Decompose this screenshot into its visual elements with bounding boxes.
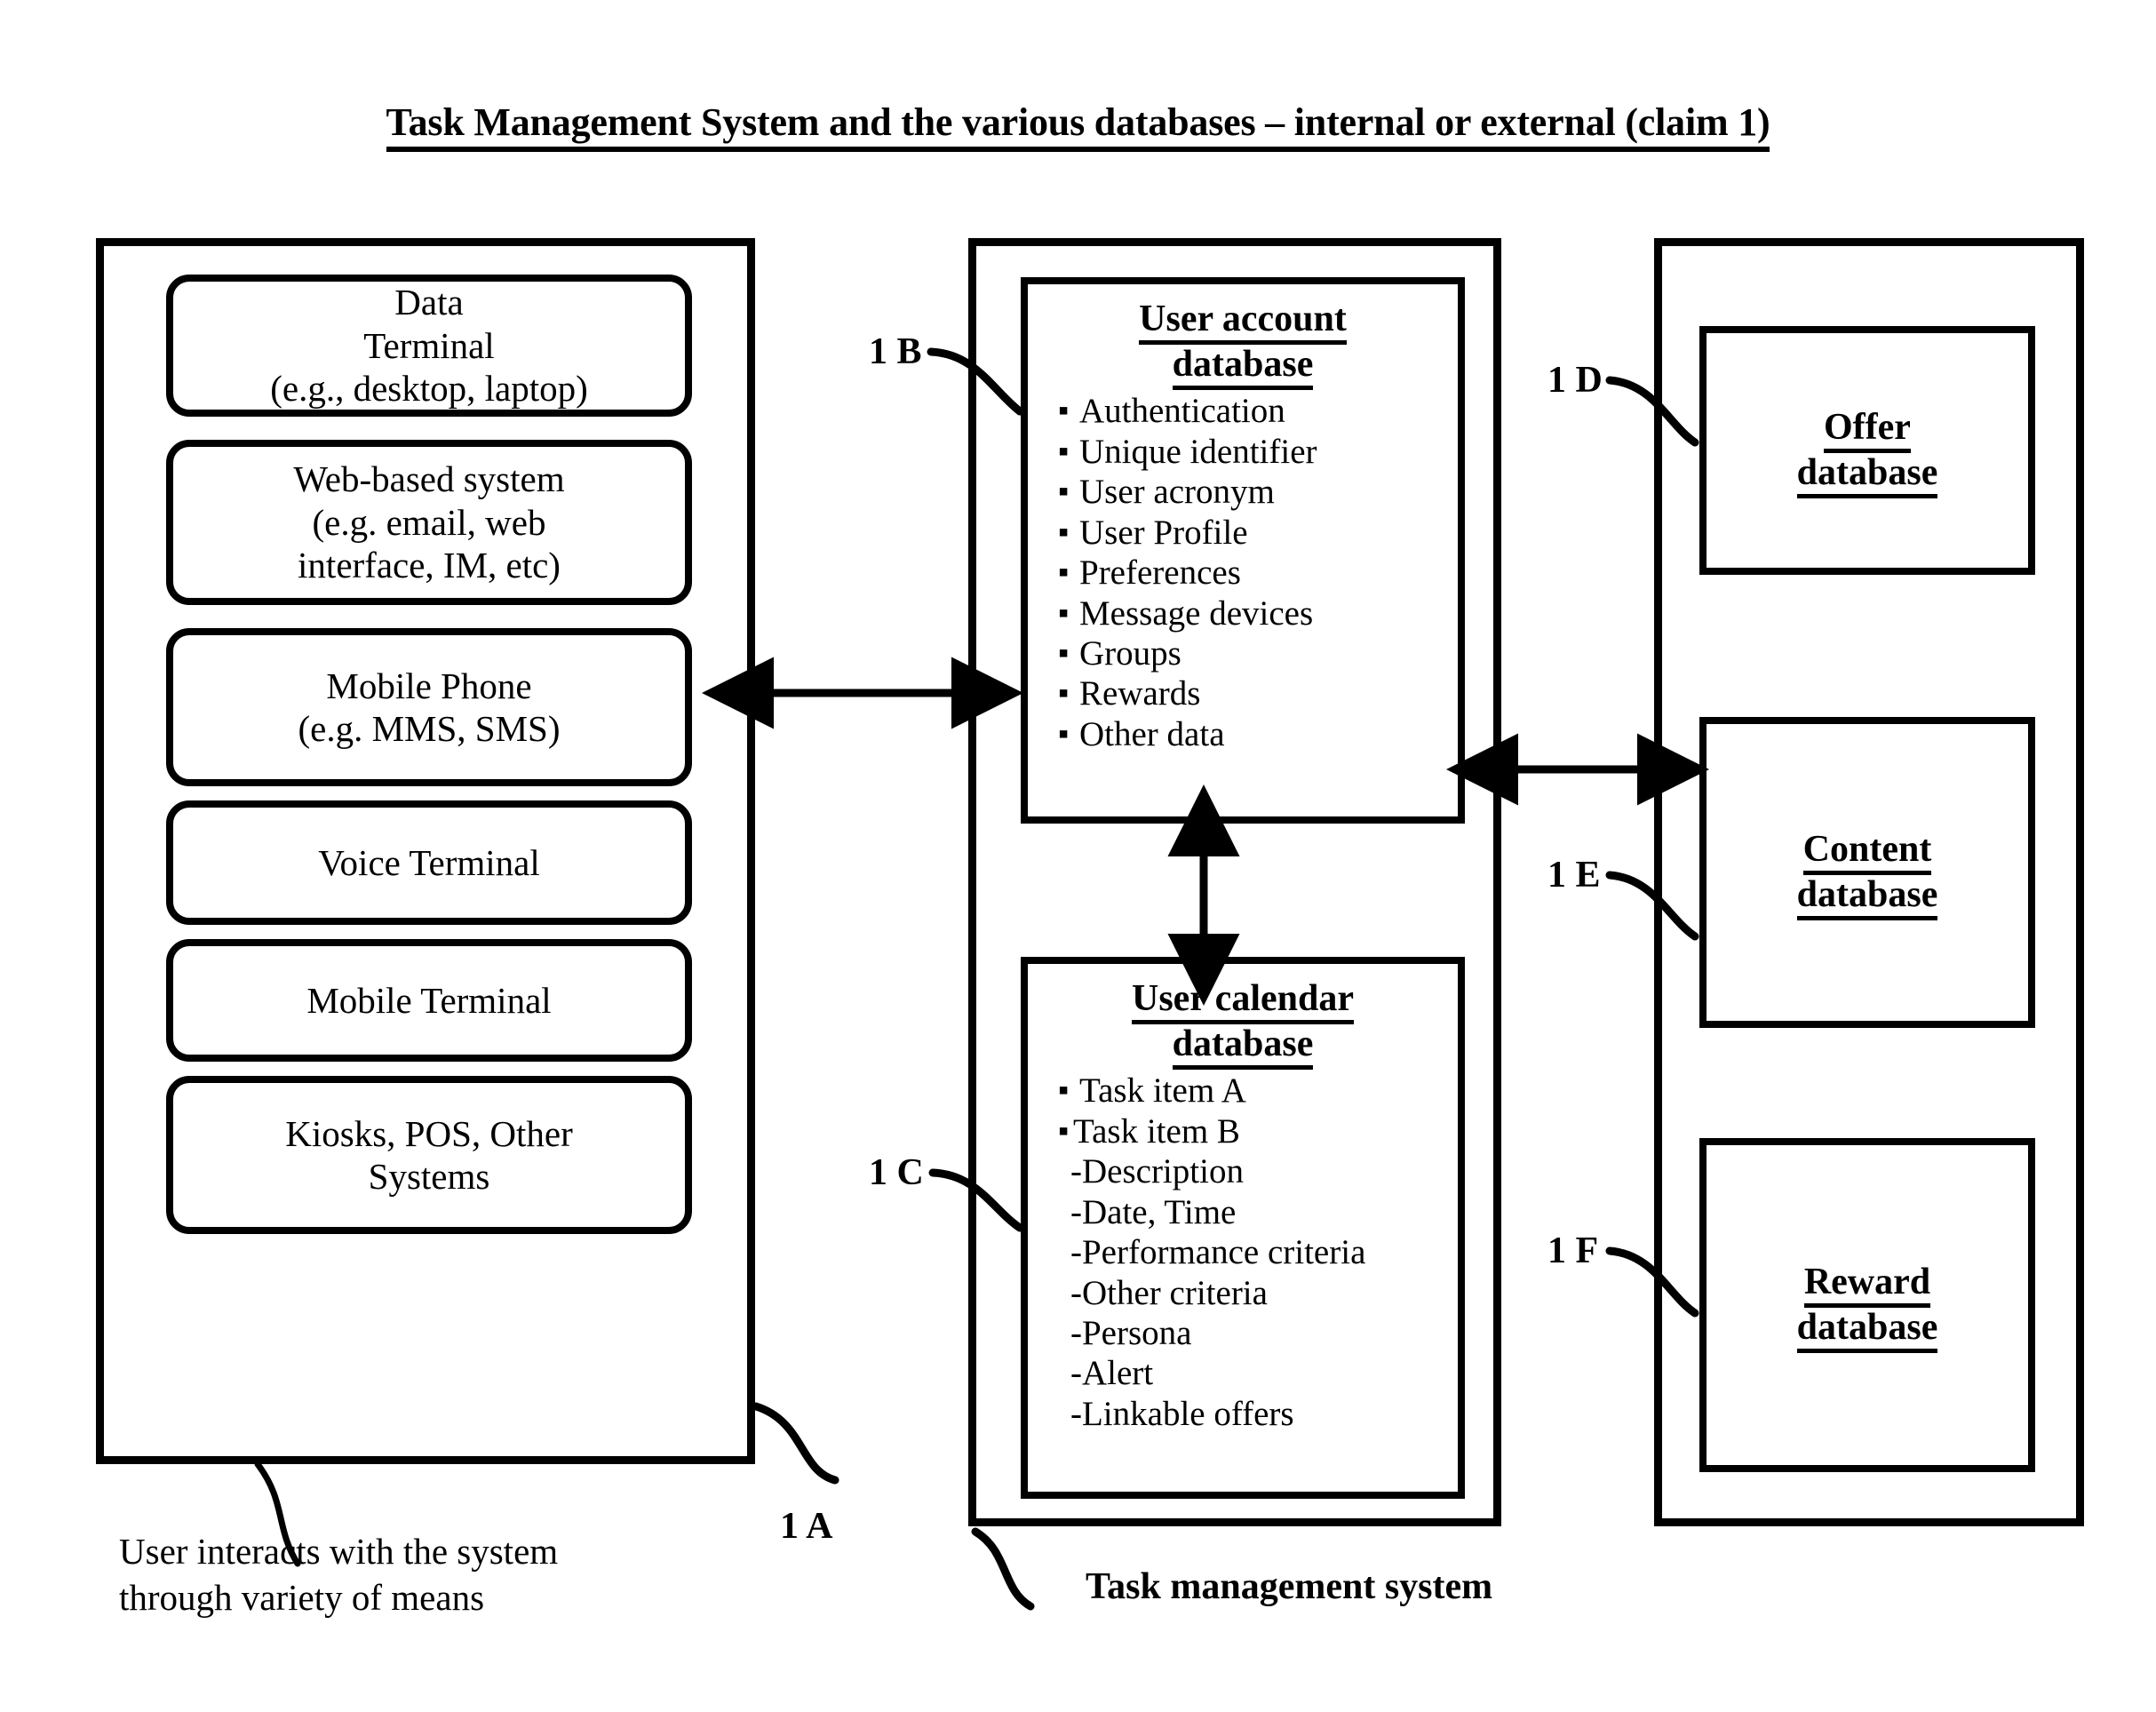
ref-label-1e: 1 E — [1547, 855, 1601, 896]
device-box-mobile-terminal[interactable]: Mobile Terminal — [166, 939, 692, 1062]
list-item: Other data — [1058, 714, 1458, 754]
device-line: Mobile Terminal — [306, 979, 552, 1021]
device-line: Kiosks, POS, Other — [285, 1112, 573, 1154]
list-item: Task item A — [1058, 1071, 1458, 1111]
user-account-database-list: Authentication Unique identifier User ac… — [1028, 391, 1458, 754]
device-line: Mobile Phone — [326, 665, 532, 706]
task-management-system-caption: Task management system — [1086, 1566, 1493, 1607]
device-line: (e.g., desktop, laptop) — [270, 368, 588, 410]
databases-panel: Offer database Content database Reward d… — [1654, 238, 2084, 1526]
list-item: User acronym — [1058, 472, 1458, 512]
leader-line-1a — [752, 1402, 839, 1485]
device-box-kiosks-pos[interactable]: Kiosks, POS, Other Systems — [166, 1076, 692, 1234]
list-item: Groups — [1058, 633, 1458, 673]
device-box-data-terminal[interactable]: Data Terminal (e.g., desktop, laptop) — [166, 275, 692, 417]
reward-database-title: Reward database — [1796, 1260, 1938, 1353]
device-box-web-based-system[interactable]: Web-based system (e.g. email, web interf… — [166, 440, 692, 605]
leader-line-task-management-system — [971, 1527, 1035, 1611]
list-item: -Performance criteria — [1070, 1233, 1366, 1272]
device-line: Systems — [368, 1156, 490, 1197]
ref-label-1b: 1 B — [869, 331, 922, 372]
list-item: -Alert — [1070, 1354, 1154, 1393]
list-item: Task item B — [1058, 1111, 1458, 1151]
device-line: (e.g. MMS, SMS) — [298, 708, 561, 749]
offer-database-box[interactable]: Offer database — [1699, 326, 2035, 575]
ref-label-1a: 1 A — [780, 1506, 833, 1547]
device-line: Web-based system — [293, 458, 565, 500]
device-box-voice-terminal[interactable]: Voice Terminal — [166, 800, 692, 925]
page-title-text: Task Management System and the various d… — [386, 100, 1770, 152]
device-line: interface, IM, etc) — [298, 545, 561, 586]
content-database-title: Content database — [1796, 827, 1938, 920]
ref-label-1c: 1 C — [869, 1152, 924, 1193]
device-line: Terminal — [363, 324, 495, 366]
device-line: Voice Terminal — [318, 841, 540, 883]
user-account-database-box[interactable]: User account database Authentication Uni… — [1021, 277, 1465, 824]
list-item: User Profile — [1058, 513, 1458, 553]
devices-panel-caption: User interacts with the system through v… — [119, 1531, 559, 1619]
list-item: -Persona — [1070, 1314, 1192, 1352]
list-item: Message devices — [1058, 593, 1458, 633]
device-box-mobile-phone[interactable]: Mobile Phone (e.g. MMS, SMS) — [166, 628, 692, 786]
ref-label-1d: 1 D — [1547, 360, 1603, 401]
task-management-system-panel: User account database Authentication Uni… — [968, 238, 1501, 1526]
figure-canvas: Task Management System and the various d… — [0, 0, 2156, 1712]
list-item: -Description — [1070, 1152, 1244, 1191]
list-item: Authentication — [1058, 391, 1458, 431]
ref-label-1f: 1 F — [1547, 1230, 1599, 1271]
offer-database-title: Offer database — [1796, 405, 1938, 498]
list-item: -Other criteria — [1070, 1273, 1268, 1312]
user-calendar-database-box[interactable]: User calendar database Task item A Task … — [1021, 957, 1465, 1499]
page-title: Task Management System and the various d… — [0, 100, 2156, 152]
device-line: (e.g. email, web — [312, 501, 546, 543]
device-line: Data — [394, 282, 464, 323]
content-database-box[interactable]: Content database — [1699, 717, 2035, 1028]
list-item: -Date, Time — [1070, 1192, 1237, 1231]
list-item: Preferences — [1058, 553, 1458, 593]
reward-database-box[interactable]: Reward database — [1699, 1138, 2035, 1472]
list-item: Unique identifier — [1058, 432, 1458, 472]
list-item: Rewards — [1058, 673, 1458, 713]
devices-panel: Data Terminal (e.g., desktop, laptop) We… — [96, 238, 755, 1464]
user-calendar-database-title: User calendar database — [1028, 976, 1458, 1071]
user-calendar-database-list: Task item A Task item B -Description -Da… — [1028, 1071, 1458, 1434]
list-item: -Linkable offers — [1070, 1394, 1294, 1433]
user-account-database-title: User account database — [1028, 297, 1458, 391]
